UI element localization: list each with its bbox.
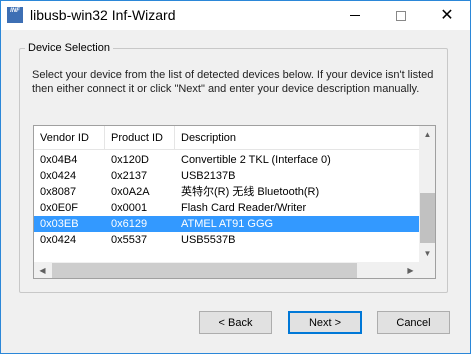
title-bar[interactable]: INF libusb-win32 Inf-Wizard ✕ (1, 1, 470, 30)
scroll-left-arrow-icon[interactable]: ◀ (34, 262, 51, 278)
app-icon: INF (7, 7, 23, 23)
device-list[interactable]: Vendor ID Product ID Description 0x04B4 … (33, 125, 436, 279)
vendor-id-cell: 0x0424 (40, 170, 77, 182)
group-label: Device Selection (25, 42, 113, 54)
description-cell: 英特尔(R) 无线 Bluetooth(R) (181, 186, 320, 198)
vendor-id-cell: 0x04B4 (40, 154, 78, 166)
product-id-cell: 0x5537 (111, 234, 148, 246)
close-icon: ✕ (440, 6, 454, 24)
minimize-icon (350, 15, 360, 16)
table-row[interactable]: 0x0424 0x5537 USB5537B (34, 232, 419, 248)
column-header-product-id[interactable]: Product ID (105, 126, 175, 150)
maximize-icon (396, 10, 406, 21)
table-row[interactable]: 0x0E0F 0x0001 Flash Card Reader/Writer (34, 200, 419, 216)
close-button[interactable]: ✕ (424, 1, 470, 30)
table-row[interactable]: 0x0424 0x2137 USB2137B (34, 168, 419, 184)
horizontal-scrollbar[interactable]: ◀ ▶ (34, 262, 419, 278)
cancel-button[interactable]: Cancel (377, 311, 450, 334)
product-id-cell: 0x0001 (111, 202, 148, 214)
scroll-up-arrow-icon[interactable]: ▲ (419, 126, 435, 143)
table-row[interactable]: 0x8087 0x0A2A 英特尔(R) 无线 Bluetooth(R) (34, 184, 419, 200)
vendor-id-cell: 0x8087 (40, 186, 77, 198)
vertical-scroll-thumb[interactable] (420, 193, 435, 243)
description-cell: Flash Card Reader/Writer (181, 202, 307, 214)
scroll-right-arrow-icon[interactable]: ▶ (402, 262, 419, 278)
product-id-cell: 0x6129 (111, 218, 148, 230)
description-cell: USB5537B (181, 234, 236, 246)
scroll-down-arrow-icon[interactable]: ▼ (419, 245, 435, 262)
horizontal-scroll-thumb[interactable] (52, 263, 357, 278)
window-title: libusb-win32 Inf-Wizard (30, 7, 176, 23)
list-header: Vendor ID Product ID Description (34, 126, 419, 150)
vendor-id-cell: 0x03EB (40, 218, 79, 230)
description-cell: Convertible 2 TKL (Interface 0) (181, 154, 331, 166)
back-button[interactable]: < Back (199, 311, 272, 334)
vertical-scrollbar[interactable]: ▲ ▼ (419, 126, 435, 262)
product-id-cell: 0x120D (111, 154, 149, 166)
instructions-text: Select your device from the list of dete… (32, 69, 434, 95)
table-row[interactable]: 0x04B4 0x120D Convertible 2 TKL (Interfa… (34, 152, 419, 168)
column-header-description[interactable]: Description (175, 126, 419, 150)
column-header-vendor-id[interactable]: Vendor ID (34, 126, 105, 150)
next-button[interactable]: Next > (288, 311, 362, 334)
description-cell: ATMEL AT91 GGG (181, 218, 274, 230)
vendor-id-cell: 0x0E0F (40, 202, 78, 214)
scrollbar-corner (419, 262, 435, 278)
maximize-button[interactable] (378, 1, 424, 30)
vendor-id-cell: 0x0424 (40, 234, 77, 246)
table-row-selected[interactable]: 0x03EB 0x6129 ATMEL AT91 GGG (34, 216, 419, 232)
product-id-cell: 0x0A2A (111, 186, 150, 198)
list-rows: 0x04B4 0x120D Convertible 2 TKL (Interfa… (34, 152, 419, 248)
product-id-cell: 0x2137 (111, 170, 148, 182)
minimize-button[interactable] (332, 1, 378, 30)
description-cell: USB2137B (181, 170, 236, 182)
